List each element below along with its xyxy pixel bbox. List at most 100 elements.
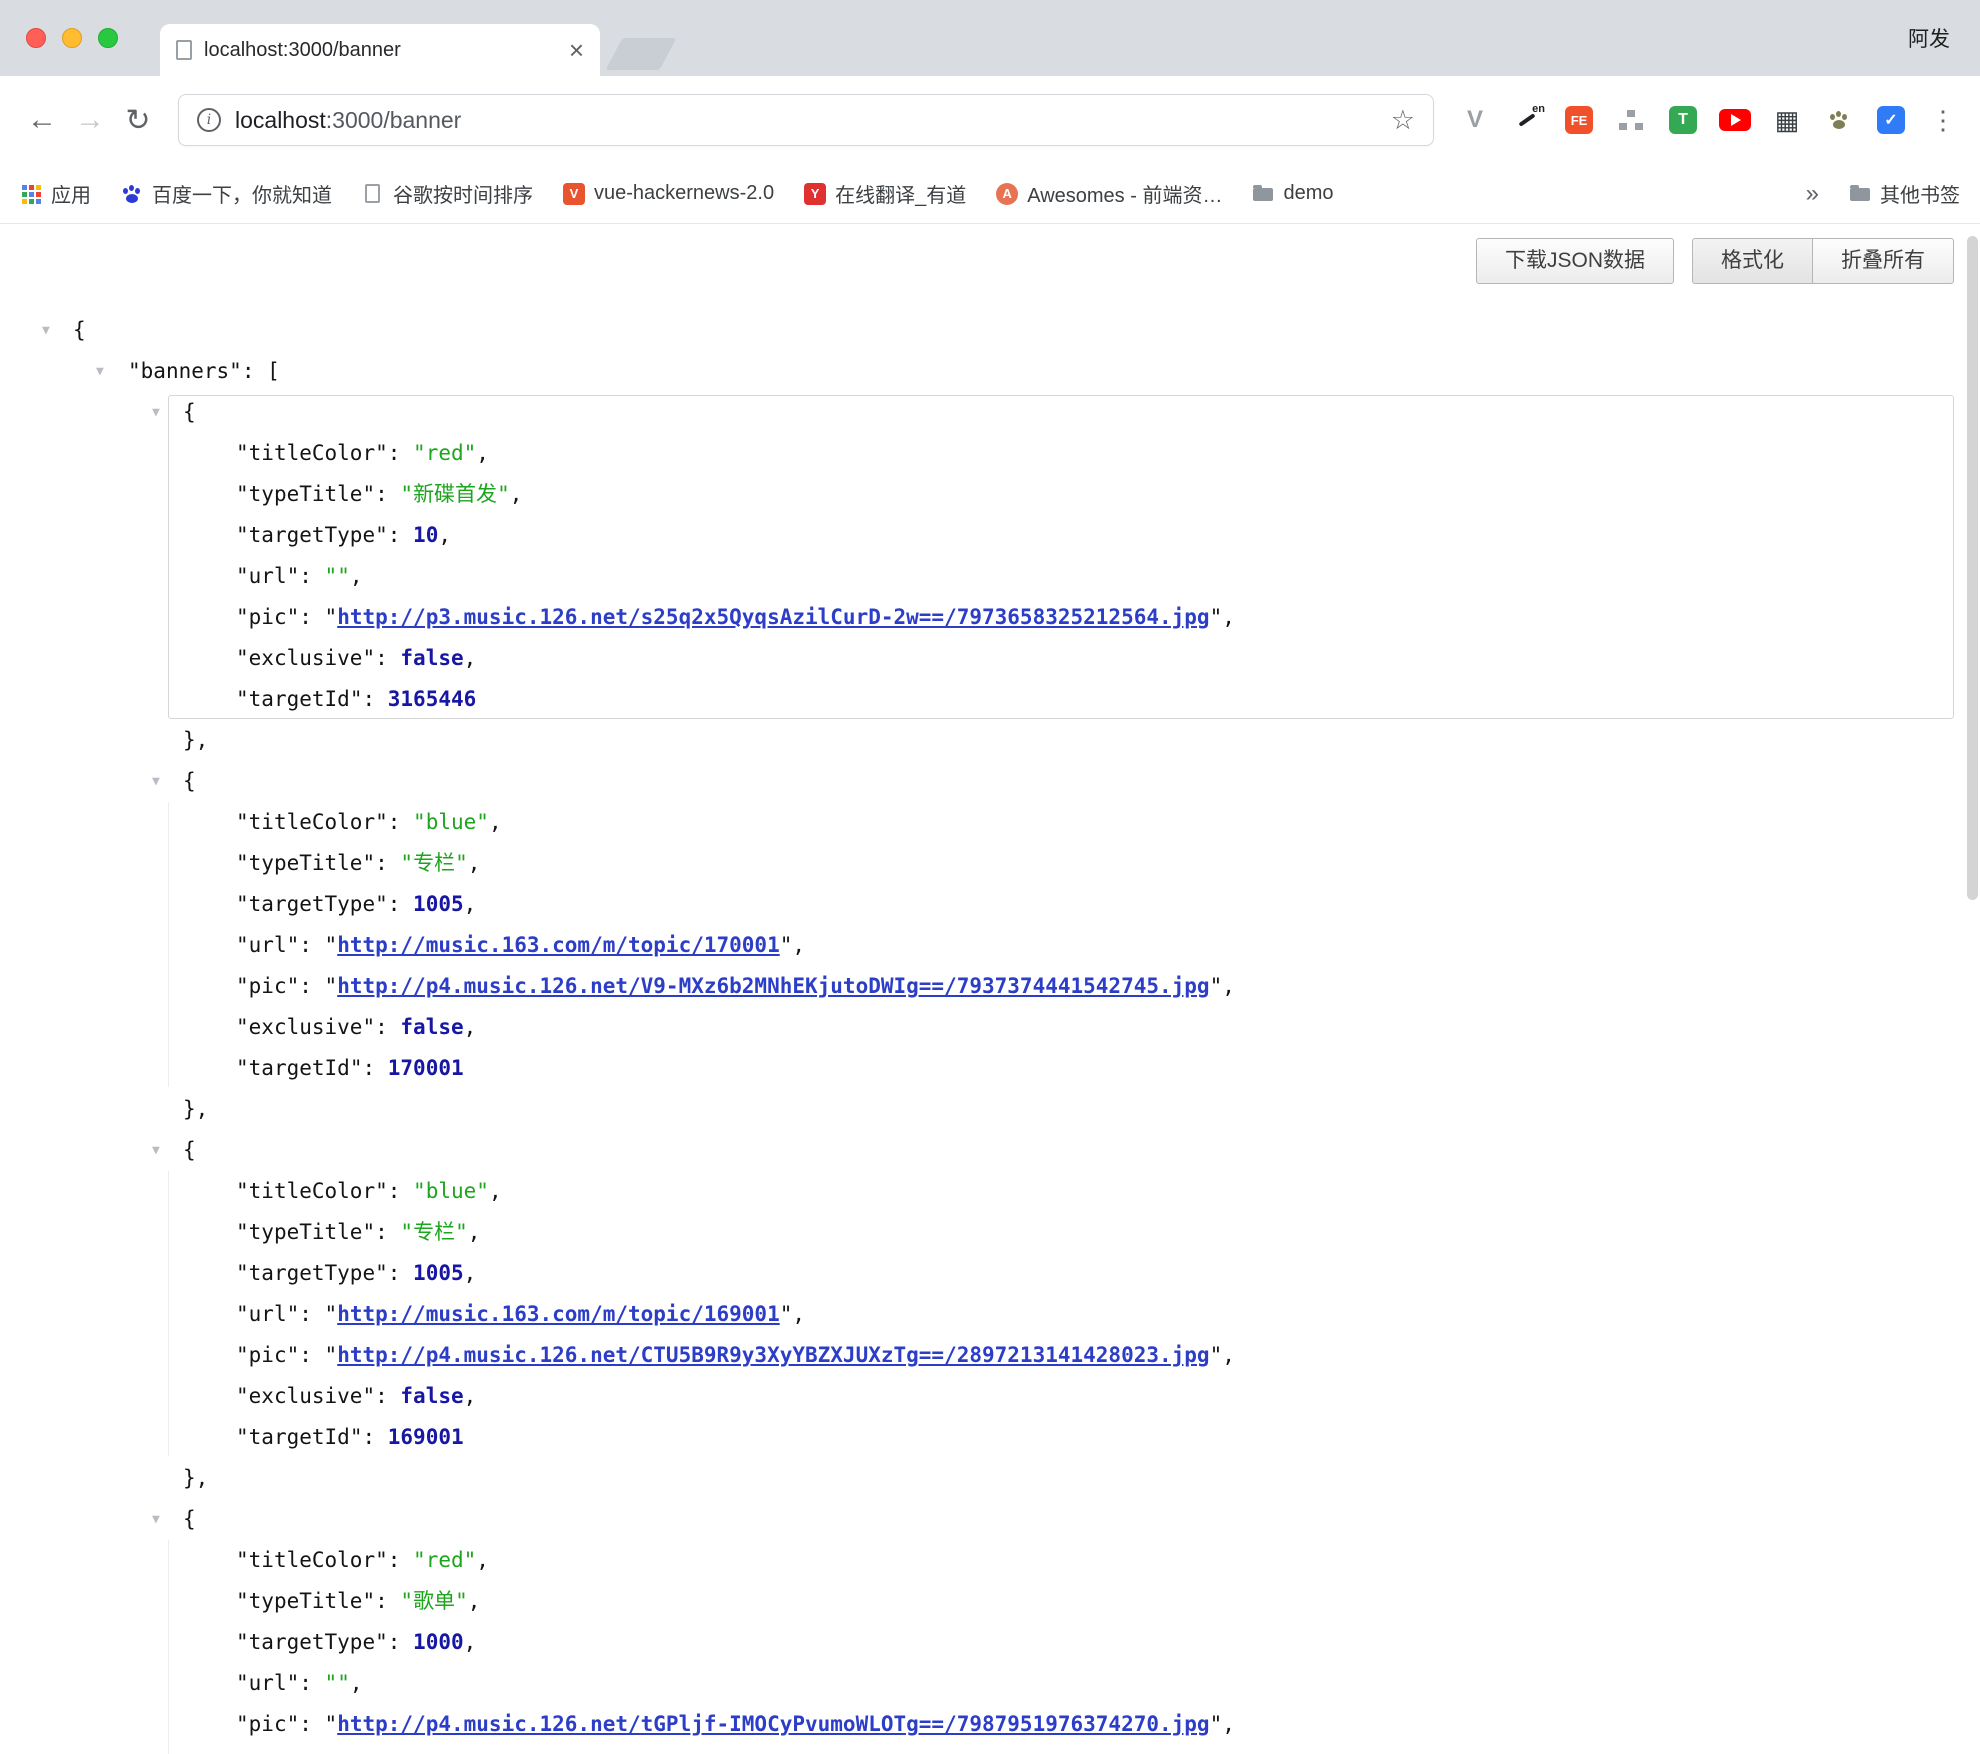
menu-icon[interactable]: ⋮ [1924,101,1962,139]
quoted-link: http://p3.music.126.net/s25q2x5QyqsAzilC… [325,605,1223,629]
collapse-caret-icon[interactable]: ▼ [42,310,50,351]
page-favicon-icon [176,40,192,60]
bookmark-item-apps[interactable]: 应用 [20,179,91,208]
page-info-icon[interactable]: i [197,108,221,132]
comma [464,646,477,670]
bookmark-item-awesomes[interactable]: A Awesomes - 前端资… [996,179,1222,208]
comma [438,523,451,547]
json-key: targetId [236,1056,362,1080]
json-link[interactable]: http://p4.music.126.net/CTU5B9R9y3XyYBZX… [337,1343,1209,1367]
json-line: pichttp://p4.music.126.net/tGPljf-IMOCyP… [0,1704,1980,1745]
awesomes-icon: A [996,183,1018,205]
colon [299,1302,324,1326]
menu-dots-glyph: ⋮ [1930,105,1956,136]
paw-icon[interactable] [1820,101,1858,139]
json-line: typeTitle新碟首发 [0,474,1980,515]
comma [489,1179,502,1203]
json-string-value: 新碟首发 [400,482,509,506]
close-brace: }, [183,728,208,752]
json-link[interactable]: http://p3.music.126.net/s25q2x5QyqsAzilC… [337,605,1209,629]
json-key: targetId [236,1425,362,1449]
zoom-window-button[interactable] [98,28,118,48]
colon [375,1384,400,1408]
collapse-caret-icon[interactable]: ▼ [152,1499,160,1540]
collapse-caret-icon[interactable]: ▼ [152,392,160,433]
bookmark-star-icon[interactable]: ☆ [1391,105,1415,136]
json-line: ▼{ [0,392,1980,433]
json-object: ▼{ titleColorred typeTitle歌单 targetType1… [0,1499,1980,1754]
close-window-button[interactable] [26,28,46,48]
bookmarks-overflow-icon[interactable]: » [1806,180,1819,208]
bookmark-item-google-sort[interactable]: 谷歌按时间排序 [362,179,533,208]
profile-name[interactable]: 阿发 [1908,23,1950,53]
json-line: titleColorred [0,1540,1980,1581]
tab-title: localhost:3000/banner [204,39,561,62]
comma [792,933,805,957]
bookmark-item-baidu[interactable]: 百度一下，你就知道 [121,179,332,208]
json-key: url [236,933,299,957]
close-brace: }, [183,1466,208,1490]
json-key: typeTitle [236,1220,375,1244]
json-link[interactable]: http://music.163.com/m/topic/169001 [337,1302,780,1326]
youtube-play-shape [1719,109,1751,131]
folder-icon [1849,183,1871,205]
qr-code-icon[interactable]: ▦ [1768,101,1806,139]
json-line: }, [0,720,1980,761]
open-brace: { [183,1138,196,1162]
qr-glyph: ▦ [1775,107,1800,133]
bookmark-item-other-bookmarks[interactable]: 其他书签 [1849,179,1960,208]
bookmark-item-demo[interactable]: demo [1252,182,1333,205]
comma [792,1302,805,1326]
json-link[interactable]: http://music.163.com/m/topic/170001 [337,933,780,957]
json-string-value [325,1671,350,1695]
bookmark-label: 谷歌按时间排序 [393,179,533,208]
youdao-icon: Y [804,183,826,205]
comma [464,1015,477,1039]
colon [375,482,400,506]
comma [464,1384,477,1408]
reload-button[interactable]: ↻ [114,96,162,144]
active-tab[interactable]: localhost:3000/banner × [160,24,600,76]
json-link[interactable]: http://p4.music.126.net/tGPljf-IMOCyPvum… [337,1712,1209,1736]
forward-button[interactable]: → [66,96,114,144]
json-key: targetId [236,687,362,711]
json-key: exclusive [236,1015,375,1039]
blue-shield-check-icon[interactable]: ✓ [1872,101,1910,139]
collapse-caret-icon[interactable]: ▼ [152,1130,160,1171]
json-string-value: blue [413,1179,489,1203]
json-number-value: 1005 [413,892,464,916]
colon [388,810,413,834]
org-chart-icon[interactable] [1612,101,1650,139]
fe-extension-icon[interactable]: FE [1560,101,1598,139]
format-button[interactable]: 格式化 [1692,238,1813,284]
new-tab-button[interactable] [605,38,676,70]
green-shield-icon[interactable]: T [1664,101,1702,139]
json-line: ▼{ [0,1499,1980,1540]
collapse-caret-icon[interactable]: ▼ [152,761,160,802]
collapse-caret-icon[interactable]: ▼ [96,351,104,392]
vue-devtools-icon[interactable]: V [1456,101,1494,139]
address-bar[interactable]: i localhost:3000/banner ☆ [178,94,1434,146]
vue-hackernews-icon: V [563,183,585,205]
minimize-window-button[interactable] [62,28,82,48]
youtube-icon[interactable] [1716,101,1754,139]
bookmark-item-vue-hackernews[interactable]: V vue-hackernews-2.0 [563,182,774,205]
json-link[interactable]: http://p4.music.126.net/V9-MXz6b2MNhEKju… [337,974,1209,998]
colon [375,646,400,670]
back-button[interactable]: ← [18,96,66,144]
json-line: targetId170001 [0,1048,1980,1089]
comma [1222,1343,1235,1367]
array-open: : [ [242,359,280,383]
close-tab-icon[interactable]: × [569,37,584,63]
collapse-all-button[interactable]: 折叠所有 [1812,238,1954,284]
json-line: targetId3165446 [0,679,1980,720]
page-scrollbar[interactable] [1967,236,1978,1746]
json-object: ▼{ titleColorred typeTitle新碟首发 targetTyp… [0,392,1980,761]
comma [464,1261,477,1285]
scrollbar-thumb[interactable] [1967,236,1978,900]
translate-icon[interactable]: en [1508,101,1546,139]
json-key: targetType [236,892,388,916]
download-json-button[interactable]: 下载JSON数据 [1476,238,1674,284]
bookmark-item-youdao[interactable]: Y 在线翻译_有道 [804,179,966,208]
json-object: ▼{ titleColorblue typeTitle专栏 targetType… [0,761,1980,1130]
